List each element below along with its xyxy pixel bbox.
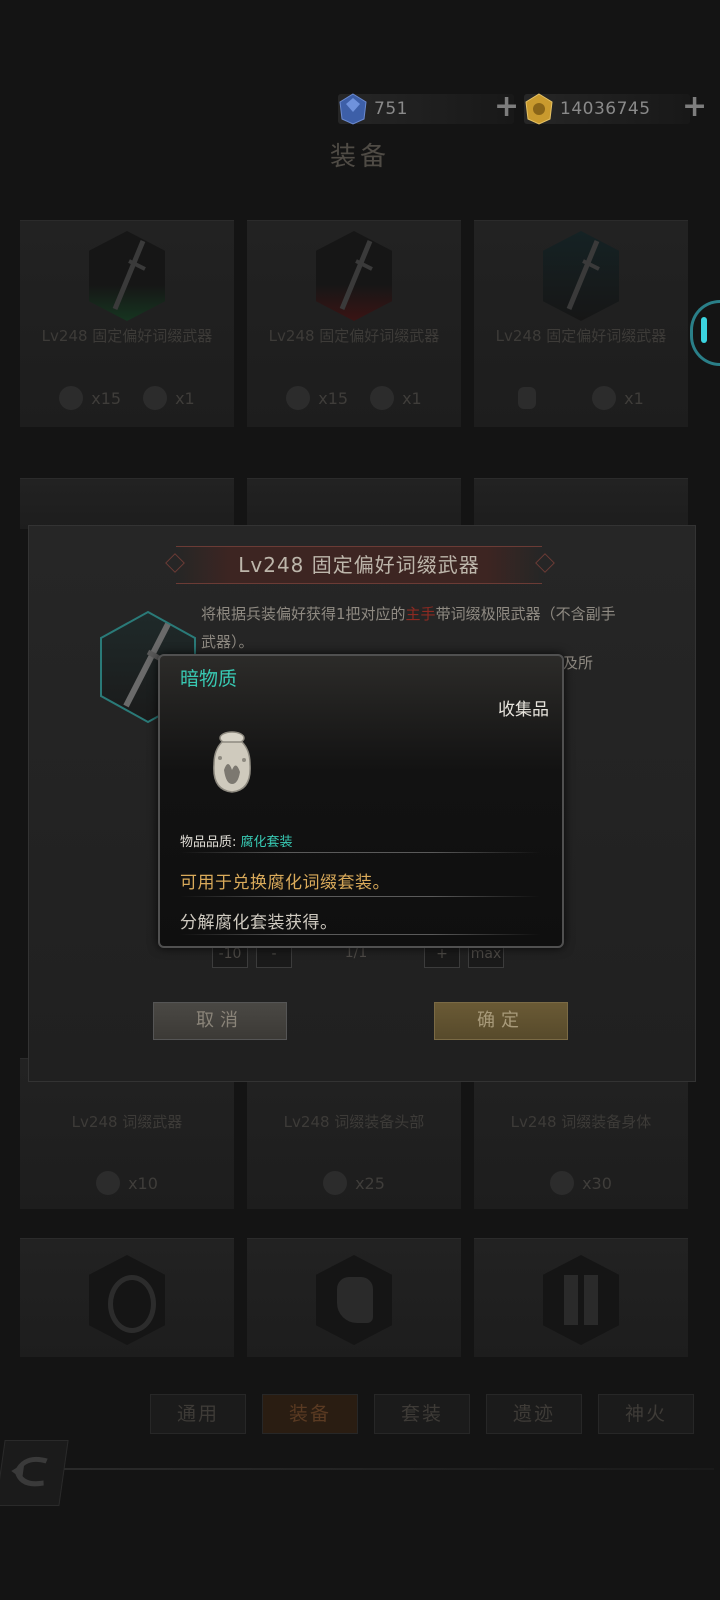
card-name: Lv248 词缀装备身体 <box>510 1113 652 1131</box>
back-button[interactable] <box>0 1440 69 1506</box>
item-source: 分解腐化套装获得。 <box>180 913 338 933</box>
token-icon <box>143 386 168 410</box>
dark-matter-jar-icon <box>213 731 251 793</box>
divider <box>180 896 540 897</box>
card-name: Lv248 词缀武器 <box>71 1113 183 1131</box>
bottom-divider <box>64 1468 714 1470</box>
cost-amount: x25 <box>355 1173 385 1193</box>
card-name: Lv248 固定偏好词缀武器 <box>41 327 213 345</box>
card-name: Lv248 固定偏好词缀武器 <box>268 327 440 345</box>
shop-card[interactable] <box>247 1238 461 1357</box>
card-cost: x15 x1 <box>20 386 234 410</box>
shop-card[interactable] <box>247 478 461 529</box>
gauntlet-icon <box>337 1277 373 1323</box>
shop-card[interactable] <box>474 478 688 529</box>
description-highlight: 主手 <box>405 605 436 623</box>
cost-amount: x1 <box>175 388 195 408</box>
cost-amount: x15 <box>91 388 122 408</box>
gold-amount: 14036745 <box>560 99 651 119</box>
item-category: 收集品 <box>498 700 549 720</box>
add-gold-button[interactable]: + <box>682 92 707 122</box>
tab-divine-fire[interactable]: 神火 <box>598 1394 694 1434</box>
material-icon <box>550 1171 575 1195</box>
shop-card[interactable] <box>20 478 234 529</box>
dialog-title: Lv248 固定偏好词缀武器 <box>176 546 542 584</box>
boots-icon <box>564 1275 578 1325</box>
dialog-description: 将根据兵装偏好获得1把对应的主手带词缀极限武器（不含副手武器）。 <box>201 600 621 656</box>
cost-amount: x1 <box>624 388 644 408</box>
token-icon <box>592 386 617 410</box>
description-continued: 及所 <box>563 654 594 672</box>
ring-icon <box>108 1275 156 1333</box>
quality-label: 物品品质: <box>180 835 241 850</box>
cost-amount: x1 <box>402 388 422 408</box>
shop-card[interactable]: Lv248 固定偏好词缀武器 x15 x1 <box>247 220 461 427</box>
gem-currency: 751 <box>338 93 514 125</box>
shop-card[interactable] <box>474 1238 688 1357</box>
divider <box>180 934 540 935</box>
material-icon <box>286 386 311 410</box>
tab-set[interactable]: 套装 <box>374 1394 470 1434</box>
card-cost: x1 <box>474 386 688 410</box>
gold-currency: 14036745 <box>524 93 690 125</box>
card-cost: x10 <box>20 1171 234 1195</box>
shop-card[interactable]: Lv248 固定偏好词缀武器 x15 x1 <box>20 220 234 427</box>
sword-icon <box>112 240 146 310</box>
side-pull-tab[interactable] <box>690 300 720 366</box>
material-icon <box>323 1171 348 1195</box>
side-tab-indicator <box>701 317 707 343</box>
card-frame <box>543 1255 619 1345</box>
token-icon <box>370 386 395 410</box>
material-icon <box>59 386 84 410</box>
item-quality: 物品品质: 腐化套装 <box>180 831 293 850</box>
tab-general[interactable]: 通用 <box>150 1394 246 1434</box>
quality-value: 腐化套装 <box>240 835 293 850</box>
cancel-button[interactable]: 取消 <box>153 1002 287 1040</box>
card-cost: x15 x1 <box>247 386 461 410</box>
tab-equipment[interactable]: 装备 <box>262 1394 358 1434</box>
shop-card[interactable]: Lv248 固定偏好词缀武器 x1 <box>474 220 688 427</box>
gem-icon <box>339 93 367 125</box>
card-name: Lv248 固定偏好词缀武器 <box>495 327 667 345</box>
add-gem-button[interactable]: + <box>494 92 519 122</box>
tab-relic[interactable]: 遗迹 <box>486 1394 582 1434</box>
boots-icon <box>584 1275 598 1325</box>
sword-icon <box>566 240 600 310</box>
sword-icon <box>339 240 373 310</box>
cost-amount: x30 <box>582 1173 612 1193</box>
material-icon <box>96 1171 121 1195</box>
item-usage: 可用于兑换腐化词缀套装。 <box>180 873 390 893</box>
card-cost: x25 <box>247 1171 461 1195</box>
cost-amount: x15 <box>318 388 349 408</box>
gold-icon <box>525 93 553 125</box>
description-text: 将根据兵装偏好获得1把对应的 <box>201 605 406 623</box>
shop-card[interactable] <box>20 1238 234 1357</box>
page-title: 装备 <box>329 142 390 172</box>
card-cost: x30 <box>474 1171 688 1195</box>
dark-matter-icon <box>518 387 537 409</box>
divider <box>180 852 540 853</box>
item-name: 暗物质 <box>180 668 238 690</box>
gem-amount: 751 <box>374 99 408 119</box>
cost-amount: x10 <box>128 1173 158 1193</box>
card-name: Lv248 词缀装备头部 <box>283 1113 425 1131</box>
confirm-button[interactable]: 确定 <box>434 1002 568 1040</box>
back-arrow-icon <box>11 1456 48 1487</box>
